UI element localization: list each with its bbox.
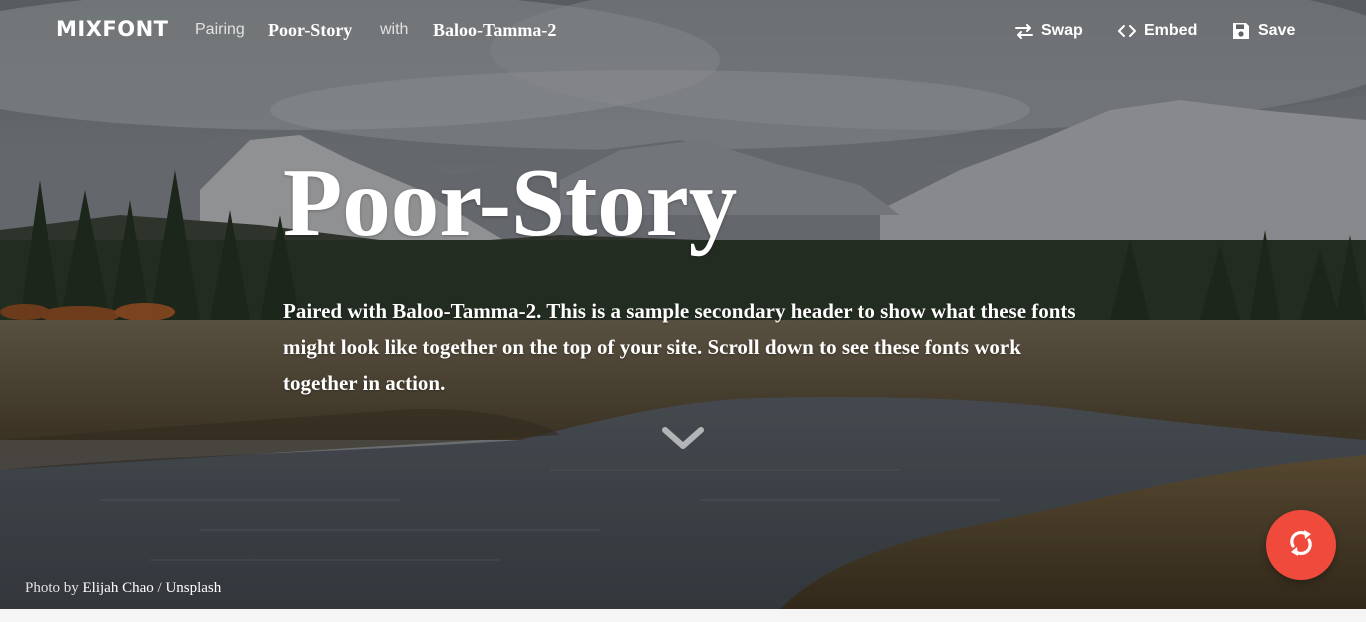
swap-arrows-icon — [1014, 21, 1034, 41]
hero-section: MIXFONT Pairing Poor-Story with Baloo-Ta… — [0, 0, 1366, 609]
credit-author-link[interactable]: Elijah Chao — [83, 580, 154, 596]
top-navbar: MIXFONT Pairing Poor-Story with Baloo-Ta… — [0, 0, 1366, 62]
swap-label: Swap — [1041, 22, 1083, 39]
heading-font-name[interactable]: Poor-Story — [268, 20, 352, 41]
embed-button[interactable]: Embed — [1117, 20, 1197, 42]
hero-subtitle: Paired with Baloo-Tamma-2. This is a sam… — [283, 299, 1076, 395]
body-font-name[interactable]: Baloo-Tamma-2 — [433, 20, 556, 41]
save-label: Save — [1258, 22, 1296, 39]
hero-title: Poor-Story — [283, 149, 738, 256]
floppy-disk-icon — [1231, 21, 1251, 41]
embed-label: Embed — [1144, 22, 1198, 39]
pairing-label: Pairing — [195, 21, 245, 38]
refresh-icon — [1284, 526, 1318, 565]
save-button[interactable]: Save — [1231, 20, 1295, 42]
refresh-button[interactable] — [1266, 510, 1336, 580]
mixfont-logo[interactable]: MIXFONT — [56, 17, 169, 41]
chevron-down-icon[interactable] — [661, 424, 705, 452]
photo-credit: Photo by Elijah Chao / Unsplash — [25, 580, 221, 597]
with-label: with — [380, 21, 409, 38]
credit-prefix: Photo by — [25, 580, 79, 596]
credit-separator: / — [157, 580, 162, 596]
credit-source-link[interactable]: Unsplash — [165, 580, 221, 596]
swap-button[interactable]: Swap — [1014, 20, 1083, 42]
page-bottom-strip — [0, 609, 1366, 622]
code-brackets-icon — [1117, 21, 1137, 41]
